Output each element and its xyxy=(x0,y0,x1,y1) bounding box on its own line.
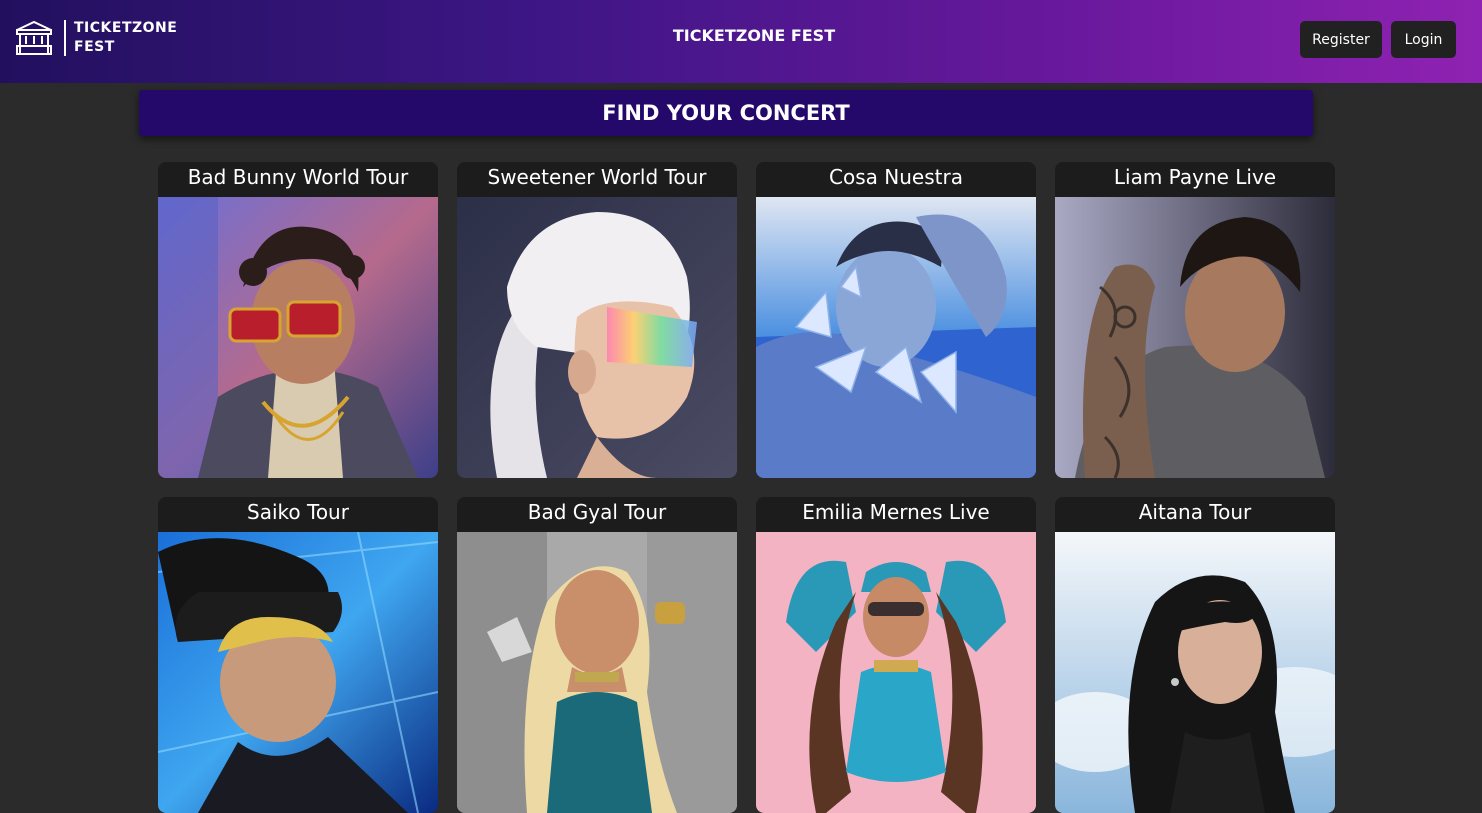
concert-photo[interactable] xyxy=(158,532,438,813)
find-concert-banner: FIND YOUR CONCERT xyxy=(139,90,1313,136)
login-button[interactable]: Login xyxy=(1391,21,1456,58)
top-navbar: TICKETZONE FEST TICKETZONE FEST Register… xyxy=(0,0,1482,83)
concert-card-liam-payne[interactable]: Liam Payne Live xyxy=(1055,162,1335,478)
concert-photo[interactable] xyxy=(756,197,1036,478)
concert-photo[interactable] xyxy=(457,197,737,478)
concert-photo[interactable] xyxy=(1055,197,1335,478)
concert-card-sweetener[interactable]: Sweetener World Tour xyxy=(457,162,737,478)
concert-photo[interactable] xyxy=(158,197,438,478)
concert-card-title: Liam Payne Live xyxy=(1113,165,1277,189)
concert-photo[interactable] xyxy=(457,532,737,813)
concert-card-bad-bunny[interactable]: Bad Bunny World Tour xyxy=(158,162,438,478)
concert-card-title: Emilia Mernes Live xyxy=(802,500,990,524)
concert-card-title: Bad Bunny World Tour xyxy=(187,165,409,189)
concert-card-title: Bad Gyal Tour xyxy=(527,500,667,524)
concert-photo[interactable] xyxy=(756,532,1036,813)
concert-card-title: Aitana Tour xyxy=(1138,500,1252,524)
concert-card-bad-gyal[interactable]: Bad Gyal Tour xyxy=(457,497,737,813)
concert-card-cosa-nuestra[interactable]: Cosa Nuestra xyxy=(756,162,1036,478)
concert-photo[interactable] xyxy=(1055,532,1335,813)
register-button[interactable]: Register xyxy=(1300,21,1382,58)
concert-card-title: Saiko Tour xyxy=(247,500,349,524)
concert-card-emilia-mernes[interactable]: Emilia Mernes Live xyxy=(756,497,1036,813)
concert-card-title: Cosa Nuestra xyxy=(829,165,963,189)
concert-card-saiko[interactable]: Saiko Tour xyxy=(158,497,438,813)
concert-card-title: Sweetener World Tour xyxy=(487,165,707,189)
site-title: TICKETZONE FEST xyxy=(672,26,836,45)
concert-card-aitana[interactable]: Aitana Tour xyxy=(1055,497,1335,813)
